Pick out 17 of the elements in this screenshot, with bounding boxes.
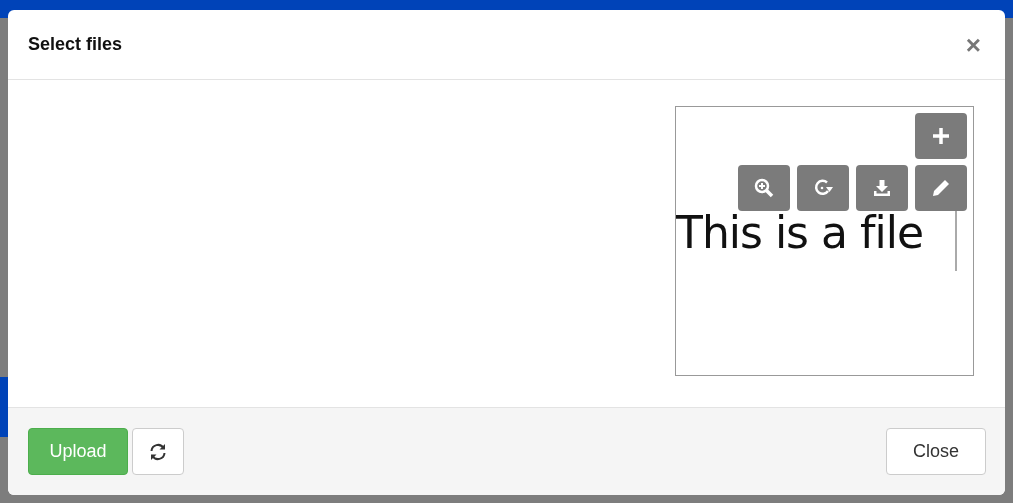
rotate-icon	[813, 178, 833, 198]
refresh-icon	[148, 441, 168, 462]
refresh-button[interactable]	[132, 428, 184, 475]
close-button[interactable]: Close	[886, 428, 986, 475]
dialog-title: Select files	[28, 34, 124, 55]
plus-icon	[932, 127, 950, 145]
download-button[interactable]	[856, 165, 908, 211]
upload-button[interactable]: Upload	[28, 428, 128, 475]
download-icon	[873, 179, 891, 197]
zoom-button[interactable]	[738, 165, 790, 211]
rotate-button[interactable]	[797, 165, 849, 211]
edit-button[interactable]	[915, 165, 967, 211]
pencil-icon	[932, 179, 950, 197]
close-button[interactable]: ×	[961, 31, 985, 58]
document-text: This is a file	[676, 207, 923, 258]
add-button[interactable]	[915, 113, 967, 159]
zoom-in-icon	[754, 178, 774, 198]
